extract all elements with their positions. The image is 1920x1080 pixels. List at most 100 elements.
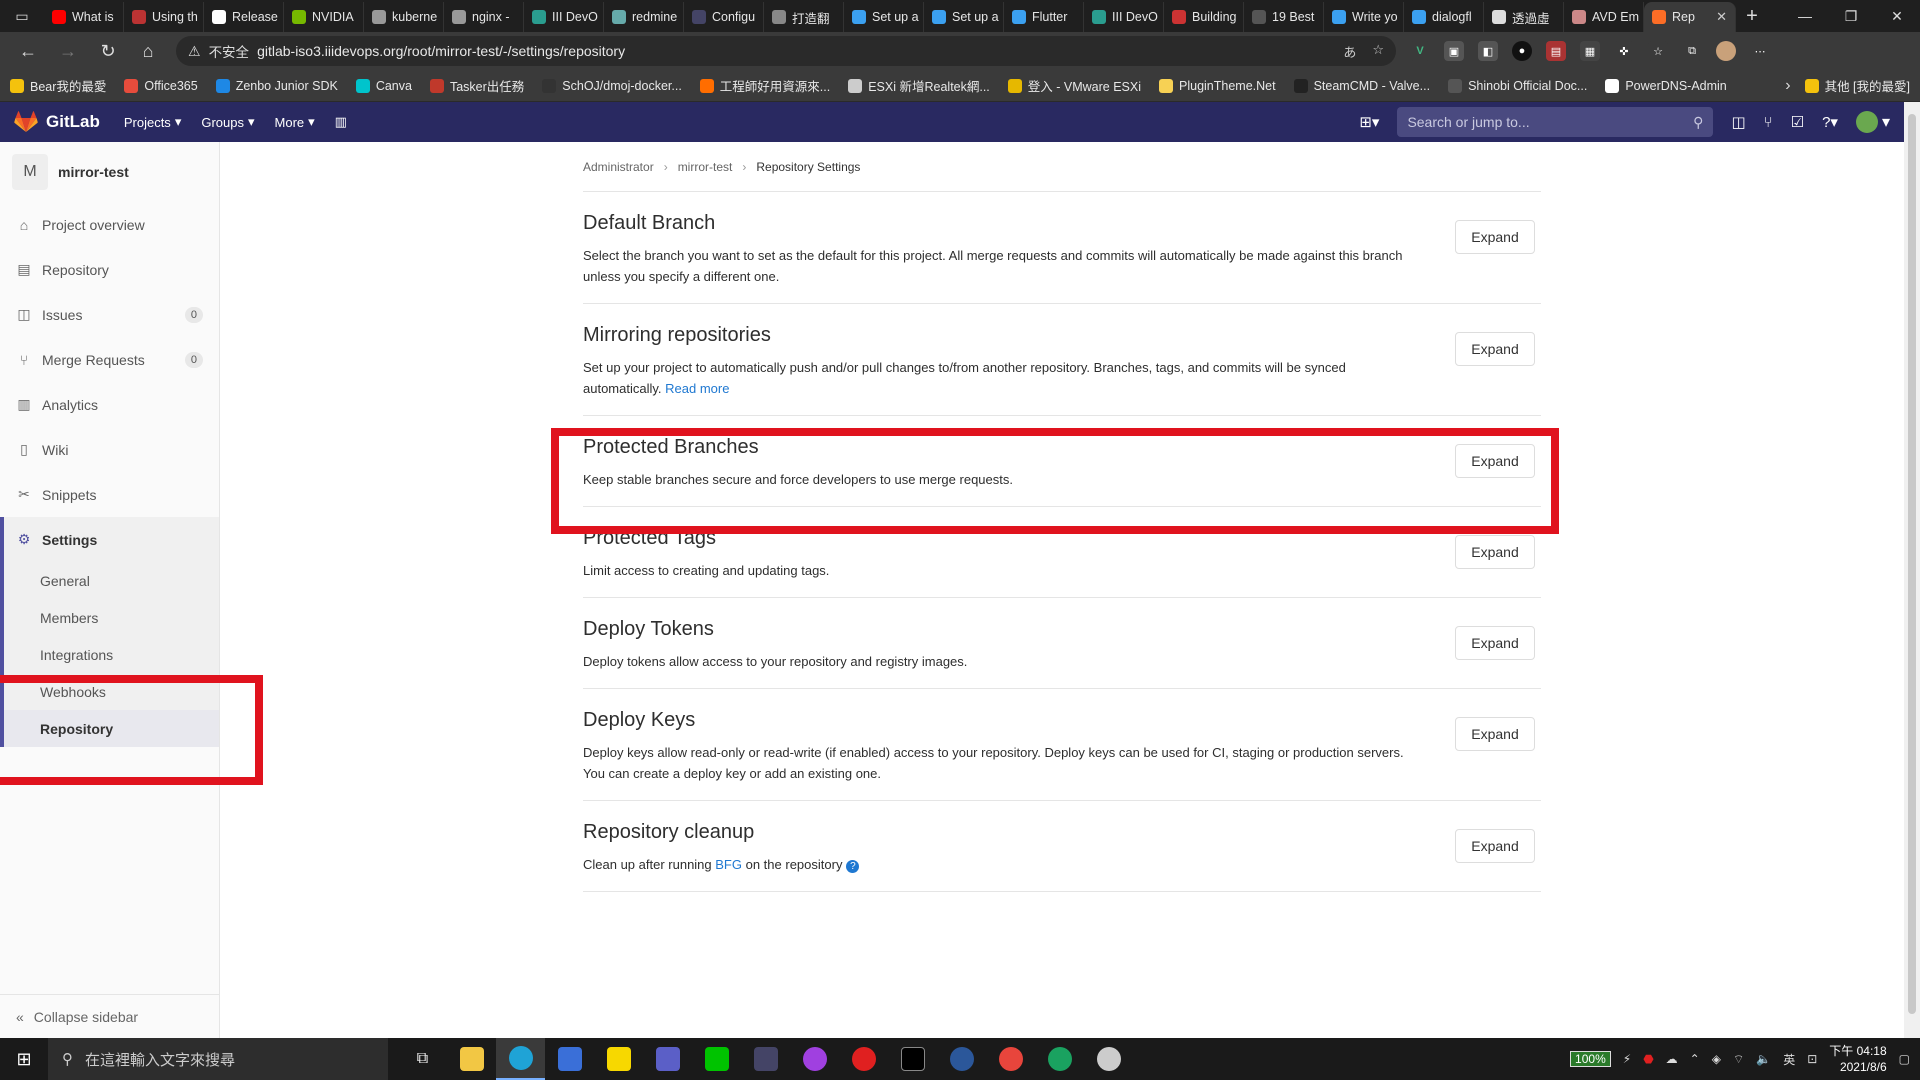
forward-icon[interactable]: →	[50, 36, 86, 66]
bookmark-item[interactable]: Canva	[355, 78, 412, 93]
bookmark-item[interactable]: Office365	[124, 78, 198, 93]
power-icon[interactable]: ⚡	[1623, 1052, 1631, 1066]
file-explorer-icon[interactable]	[447, 1038, 496, 1080]
bookmark-item[interactable]: 工程師好用資源來...	[699, 76, 830, 95]
settings-sub-integrations[interactable]: Integrations	[4, 636, 219, 673]
expand-button[interactable]: Expand	[1455, 332, 1535, 366]
collapse-sidebar-button[interactable]: « Collapse sidebar	[0, 994, 219, 1038]
word-icon[interactable]	[937, 1038, 986, 1080]
volume-icon[interactable]: 🔈	[1756, 1052, 1771, 1066]
browser-tab[interactable]: 透過虛	[1484, 2, 1564, 32]
task-view-icon[interactable]: ⧉	[398, 1038, 447, 1080]
taskbar-search-input[interactable]: ⚲ 在這裡輸入文字來搜尋	[48, 1038, 388, 1080]
back-icon[interactable]: ←	[10, 36, 46, 66]
browser-tab[interactable]: Write yo	[1324, 2, 1404, 32]
browser-tab[interactable]: Rep ✕	[1644, 2, 1736, 32]
edge-browser-icon[interactable]	[496, 1038, 545, 1080]
browser-tab[interactable]: NVIDIA	[284, 2, 364, 32]
restore-icon[interactable]: ❐	[1828, 0, 1874, 32]
search-input[interactable]: Search or jump to... ⚲	[1397, 107, 1714, 137]
bookmark-item[interactable]: SteamCMD - Valve...	[1293, 78, 1430, 93]
sidebar-item-settings[interactable]: ⚙ Settings	[0, 517, 219, 562]
tab-actions-icon[interactable]: ▭	[0, 0, 44, 32]
read-aloud-icon[interactable]: あ	[1343, 42, 1356, 61]
bookmark-item[interactable]: Bear我的最愛	[10, 76, 106, 95]
merge-requests-nav-icon[interactable]: ⑂	[1764, 114, 1773, 131]
browser-tab[interactable]: Flutter	[1004, 2, 1084, 32]
browser-tab[interactable]: dialogfl	[1404, 2, 1484, 32]
browser-tab[interactable]: 19 Best	[1244, 2, 1324, 32]
bookmark-item[interactable]: Tasker出任務	[429, 76, 524, 95]
store-icon[interactable]	[545, 1038, 594, 1080]
browser-tab[interactable]: nginx -	[444, 2, 524, 32]
bookmark-item[interactable]: PluginTheme.Net	[1159, 78, 1276, 93]
gitlab-logo[interactable]: GitLab	[14, 111, 100, 133]
refresh-icon[interactable]: ↻	[90, 36, 126, 66]
notifications-icon[interactable]: ▢	[1899, 1052, 1910, 1066]
minimize-icon[interactable]: —	[1782, 0, 1828, 32]
admin-area-icon[interactable]: ▥	[335, 114, 347, 130]
chevron-right-icon[interactable]: ›	[1785, 77, 1790, 95]
vue-extension-icon[interactable]: V	[1410, 41, 1430, 61]
bookmark-item[interactable]: 登入 - VMware ESXi	[1007, 76, 1141, 95]
chrome-icon[interactable]	[986, 1038, 1035, 1080]
windows-start-icon[interactable]: ⊞	[0, 1038, 48, 1080]
ime-indicator[interactable]: 英	[1783, 1051, 1795, 1068]
app-icon[interactable]	[1084, 1038, 1133, 1080]
extension-icon[interactable]: ▤	[1546, 41, 1566, 61]
user-menu[interactable]: ▾	[1855, 111, 1890, 133]
settings-sub-members[interactable]: Members	[4, 599, 219, 636]
breadcrumb-item[interactable]: mirror-test	[678, 160, 733, 174]
bfg-link[interactable]: BFG	[715, 857, 742, 872]
sidebar-item-snippets[interactable]: ✂ Snippets	[0, 472, 219, 517]
scrollbar-thumb[interactable]	[1908, 114, 1916, 1014]
app-red-icon[interactable]	[839, 1038, 888, 1080]
sidebar-item-analytics[interactable]: ▥ Analytics	[0, 382, 219, 427]
settings-sub-repository[interactable]: Repository	[4, 710, 219, 747]
extension-icon[interactable]: ◧	[1478, 41, 1498, 61]
extension-icon[interactable]: ▦	[1580, 41, 1600, 61]
browser-tab[interactable]: 打造翻	[764, 2, 844, 32]
more-menu-icon[interactable]: ⋯	[1750, 41, 1770, 61]
browser-tab[interactable]: Configu	[684, 2, 764, 32]
close-tab-icon[interactable]: ✕	[1716, 9, 1727, 25]
browser-tab[interactable]: III DevO	[1084, 2, 1164, 32]
home-icon[interactable]: ⌂	[130, 36, 166, 66]
browser-tab[interactable]: kuberne	[364, 2, 444, 32]
line-icon[interactable]	[692, 1038, 741, 1080]
other-bookmarks-folder[interactable]: 其他 [我的最愛]	[1804, 76, 1910, 95]
settings-sub-general[interactable]: General	[4, 562, 219, 599]
browser-tab[interactable]: Set up a	[844, 2, 924, 32]
sidebar-item-merge-requests[interactable]: ⑂ Merge Requests 0	[0, 337, 219, 382]
teams-icon[interactable]	[643, 1038, 692, 1080]
browser-tab[interactable]: Building	[1164, 2, 1244, 32]
ime-mode-icon[interactable]: ⊡	[1807, 1052, 1817, 1066]
add-favorite-icon[interactable]: ☆	[1372, 42, 1384, 61]
browser-tab[interactable]: What is	[44, 2, 124, 32]
help-question-icon[interactable]: ?	[846, 860, 860, 873]
todos-icon[interactable]: ☑	[1791, 113, 1804, 131]
favorites-icon[interactable]: ☆	[1648, 41, 1668, 61]
page-scrollbar[interactable]	[1904, 102, 1920, 1038]
issues-nav-icon[interactable]: ◫	[1731, 113, 1745, 131]
projects-menu[interactable]: Projects ▾	[124, 114, 182, 130]
groups-menu[interactable]: Groups ▾	[201, 114, 254, 130]
extensions-puzzle-icon[interactable]: ✜	[1614, 41, 1634, 61]
browser-tab[interactable]: III DevO	[524, 2, 604, 32]
bookmark-item[interactable]: ESXi 新增Realtek網...	[848, 76, 990, 95]
sidebar-item-wiki[interactable]: ▯ Wiki	[0, 427, 219, 472]
read-more-link[interactable]: Read more	[665, 381, 729, 396]
profile-avatar[interactable]	[1716, 41, 1736, 61]
antivirus-icon[interactable]: ⬣	[1643, 1052, 1653, 1066]
browser-tab[interactable]: redmine	[604, 2, 684, 32]
browser-tab[interactable]: Release	[204, 2, 284, 32]
bookmark-item[interactable]: SchOJ/dmoj-docker...	[542, 78, 682, 93]
close-window-icon[interactable]: ✕	[1874, 0, 1920, 32]
browser-tab[interactable]: Set up a	[924, 2, 1004, 32]
expand-button[interactable]: Expand	[1455, 444, 1535, 478]
sidebar-item-repository[interactable]: ▤ Repository	[0, 247, 219, 292]
expand-button[interactable]: Expand	[1455, 535, 1535, 569]
battery-percent[interactable]: 100%	[1570, 1051, 1611, 1067]
extension-icon[interactable]: ●	[1512, 41, 1532, 61]
settings-sub-webhooks[interactable]: Webhooks	[4, 673, 219, 710]
